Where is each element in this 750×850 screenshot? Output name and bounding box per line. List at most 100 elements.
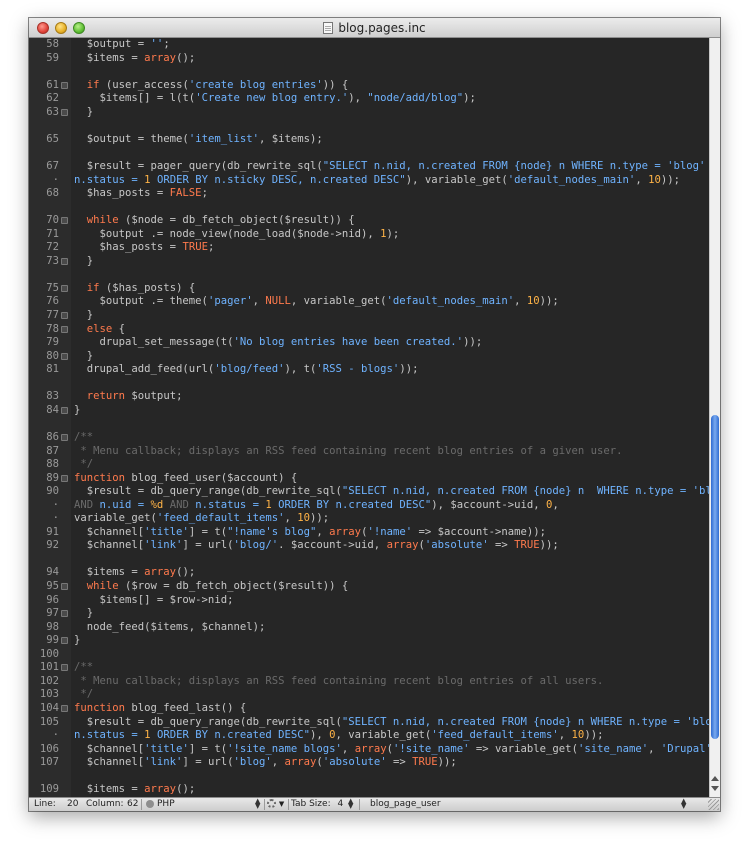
code-line[interactable]: 86 /** [29,431,709,445]
code-line[interactable]: 105 $result = db_query_range(db_rewrite_… [29,716,709,730]
code-token: ($has_posts) { [99,281,196,294]
code-token: ), [310,729,330,742]
code-line[interactable]: 100 [29,648,709,662]
fold-toggle-icon[interactable] [61,81,68,89]
scrollbar-thumb[interactable] [711,415,719,739]
code-line[interactable]: 102 * Menu callback; displays an RSS fee… [29,675,709,689]
code-token: 10 [297,512,311,525]
fold-toggle-icon[interactable] [61,312,68,319]
fold-toggle-icon[interactable] [61,284,68,292]
code-line[interactable] [29,65,709,79]
code-line[interactable]: 97 } [29,607,709,621]
fold-toggle-icon[interactable] [61,217,68,225]
code-token: } [74,254,94,267]
code-token: ] = url( [182,539,234,552]
symbol-selector[interactable]: blog_page_user [370,798,441,811]
settings-gear-button[interactable]: ▼ [267,798,284,811]
code-line[interactable] [29,770,709,784]
code-line[interactable]: 109 $items = array(); [29,783,709,797]
code-line[interactable] [29,417,709,431]
fold-toggle-icon[interactable] [61,325,68,333]
fold-toggle-icon[interactable] [61,433,68,441]
code-line[interactable] [29,201,709,215]
code-line[interactable]: 92 $channel['link'] = url('blog/'. $acco… [29,539,709,553]
scroll-down-arrow-icon[interactable] [711,786,719,791]
code-line[interactable]: 106 $channel['title'] = t('!site_name bl… [29,743,709,757]
code-line[interactable]: 63 } [29,106,709,120]
code-line[interactable]: 96 $items[] = $row->nid; [29,594,709,608]
code-line[interactable]: 58 $output = ''; [29,38,709,52]
line-number: · [52,498,59,511]
code-text: return $output; [74,390,183,404]
code-line[interactable]: 59 $items = array(); [29,52,709,66]
code-line[interactable]: 95 while ($row = db_fetch_object($result… [29,580,709,594]
language-selector[interactable]: PHP [146,798,175,811]
fold-toggle-icon[interactable] [61,704,68,712]
fold-toggle-icon[interactable] [61,610,68,618]
fold-toggle-icon[interactable] [61,257,68,265]
tab-size-selector[interactable]: Tab Size: 4 [291,798,343,811]
code-line[interactable]: · n.status = 1 ORDER BY n.created DESC"),… [29,729,709,743]
code-line[interactable]: 76 $output .= theme('pager', NULL, varia… [29,295,709,309]
tab-size-updown-icon[interactable]: ▲ ▼ [348,797,353,811]
code-token: } [74,607,94,620]
code-text: if (user_access('create blog entries')) … [74,79,349,93]
code-line[interactable]: 99} [29,634,709,648]
code-token: } [74,349,94,362]
code-line[interactable]: 101 /** [29,661,709,675]
code-token: $result = db_query_range(db_rewrite_sql( [74,715,342,728]
fold-toggle-icon[interactable] [61,583,68,590]
vertical-scrollbar[interactable] [709,38,720,797]
code-line[interactable]: · variable_get('feed_default_items', 10))… [29,512,709,526]
line-number: 75 [46,281,59,294]
code-line[interactable]: 104 function blog_feed_last() { [29,702,709,716]
code-line[interactable] [29,268,709,282]
language-updown-icon[interactable]: ▲ ▼ [255,797,260,811]
fold-toggle-icon[interactable] [61,474,68,482]
code-line[interactable]: 80 } [29,350,709,364]
fold-toggle-icon[interactable] [61,352,68,360]
code-line[interactable]: 75 if ($has_posts) { [29,282,709,296]
fold-toggle-icon[interactable] [61,406,68,414]
code-line[interactable]: 61 if (user_access('create blog entries'… [29,79,709,93]
code-line[interactable]: 98 node_feed($items, $channel); [29,621,709,635]
code-line[interactable]: 70 while ($node = db_fetch_object($resul… [29,214,709,228]
code-line[interactable]: 87 * Menu callback; displays an RSS feed… [29,445,709,459]
resize-grip-icon[interactable] [708,799,719,810]
code-line[interactable]: 81 drupal_add_feed(url('blog/feed'), t('… [29,363,709,377]
code-line[interactable]: 77 } [29,309,709,323]
code-line[interactable]: 78 else { [29,323,709,337]
code-line[interactable]: 83 return $output; [29,390,709,404]
code-line[interactable]: 67 $result = pager_query(db_rewrite_sql(… [29,160,709,174]
code-line[interactable] [29,119,709,133]
code-line[interactable]: 91 $channel['title'] = t("!name's blog",… [29,526,709,540]
code-line[interactable]: 107 $channel['link'] = url('blog', array… [29,756,709,770]
code-token: blog_feed_user($account) { [125,471,298,484]
code-line[interactable]: 73 } [29,255,709,269]
fold-toggle-icon[interactable] [61,637,68,645]
code-line[interactable] [29,377,709,391]
code-text: $output = theme('item_list', $items); [74,133,323,147]
code-line[interactable]: · n.status = 1 ORDER BY n.sticky DESC, n.… [29,174,709,188]
code-line[interactable] [29,553,709,567]
code-editor[interactable]: 58 $output = ''; 59 $items = array(); 61 i… [29,38,709,797]
code-line[interactable]: 90 $result = db_query_range(db_rewrite_s… [29,485,709,499]
scroll-up-arrow-icon[interactable] [711,776,719,781]
code-line[interactable]: 88 */ [29,458,709,472]
code-line[interactable]: 89 function blog_feed_user($account) { [29,472,709,486]
code-line[interactable]: 72 $has_posts = TRUE; [29,241,709,255]
code-line[interactable]: · AND n.uid = %d AND n.status = 1 ORDER B… [29,499,709,513]
symbol-updown-icon[interactable]: ▲ ▼ [681,797,686,811]
fold-toggle-icon[interactable] [61,664,68,672]
code-line[interactable]: 71 $output .= node_view(node_load($node-… [29,228,709,242]
code-line[interactable]: 84} [29,404,709,418]
code-line[interactable]: 79 drupal_set_message(t('No blog entries… [29,336,709,350]
fold-toggle-icon[interactable] [61,108,68,116]
code-line[interactable] [29,146,709,160]
code-line[interactable]: 103 */ [29,688,709,702]
code-line[interactable]: 65 $output = theme('item_list', $items); [29,133,709,147]
code-line[interactable]: 62 $items[] = l(t('Create new blog entry… [29,92,709,106]
line-number: 61 [46,78,59,91]
code-line[interactable]: 94 $items = array(); [29,566,709,580]
code-line[interactable]: 68 $has_posts = FALSE; [29,187,709,201]
